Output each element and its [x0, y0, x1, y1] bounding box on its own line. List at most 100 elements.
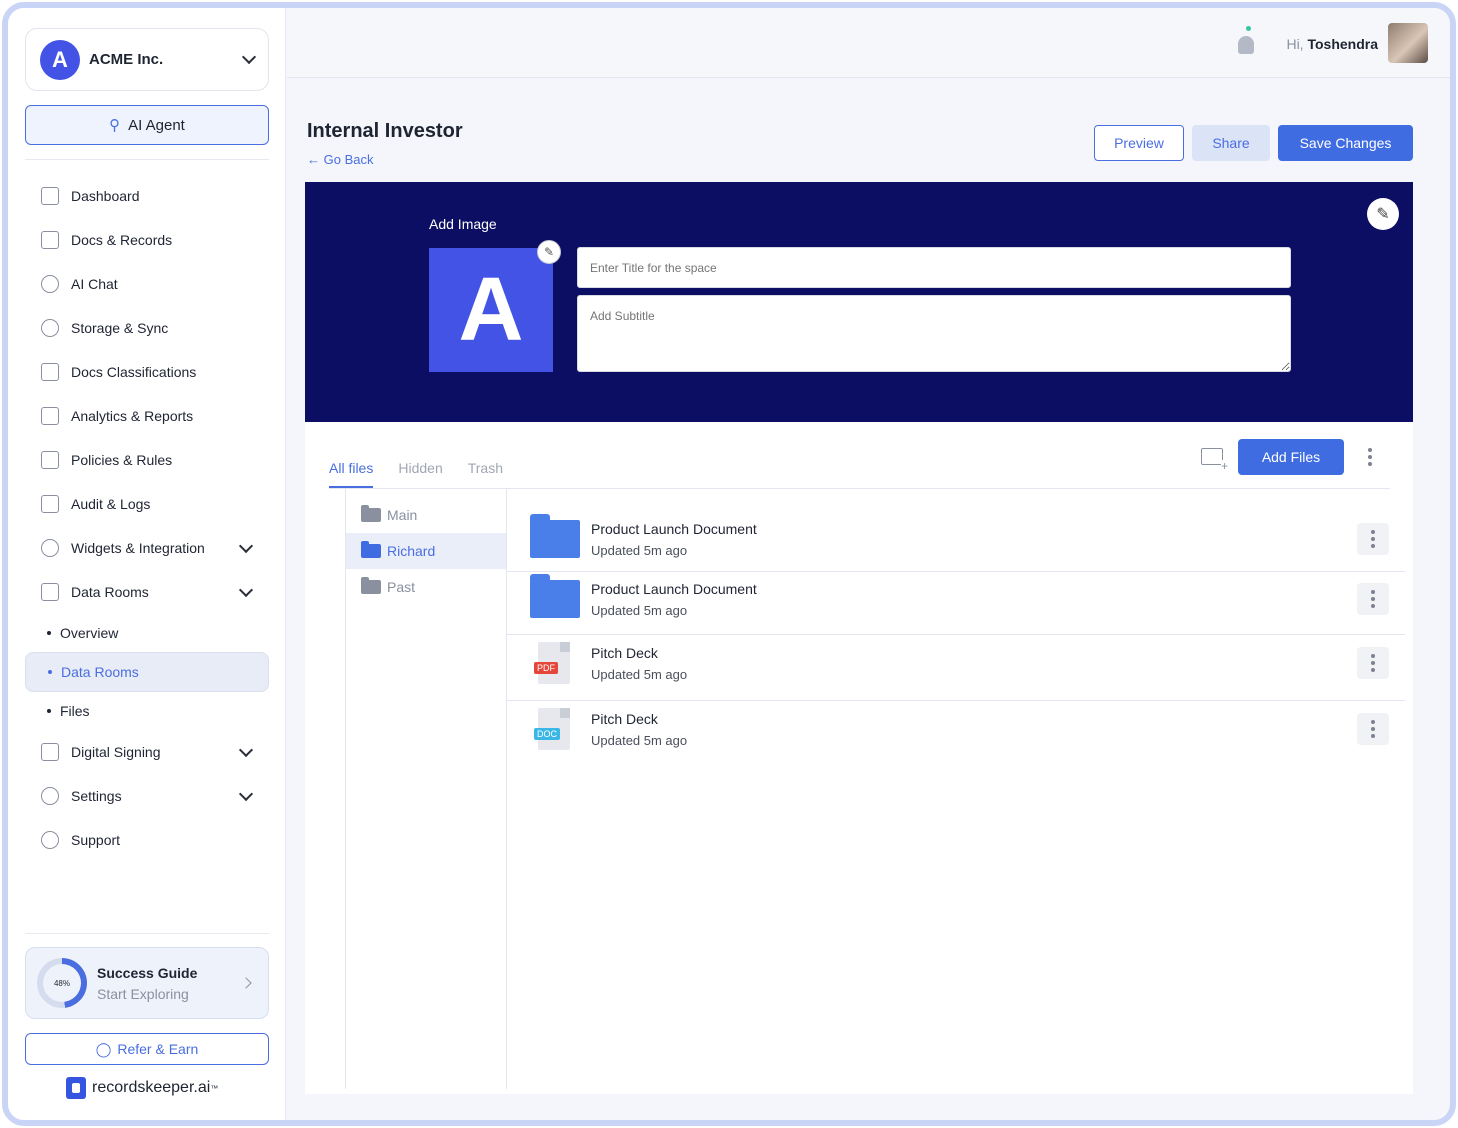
- add-image-label: Add Image: [429, 216, 497, 232]
- tab-hidden[interactable]: Hidden: [398, 460, 442, 488]
- doc-file-icon: DOC: [534, 708, 570, 750]
- folder-item-past[interactable]: Past: [346, 569, 506, 605]
- sidebar-item-label: AI Chat: [71, 276, 118, 292]
- refer-earn-button[interactable]: ◯ Refer & Earn: [25, 1033, 269, 1065]
- sidebar-item-docs-records[interactable]: Docs & Records: [25, 218, 269, 262]
- chevron-right-icon: [240, 977, 252, 989]
- space-title-input[interactable]: [577, 247, 1291, 288]
- widgets-icon: [41, 539, 59, 557]
- file-name: Product Launch Document: [591, 580, 757, 597]
- row-more-options-icon[interactable]: [1357, 523, 1389, 555]
- brand-tm: ™: [210, 1083, 219, 1093]
- new-folder-icon[interactable]: [1201, 448, 1229, 472]
- sidebar-item-label: Digital Signing: [71, 744, 161, 760]
- app-window: A ACME Inc. ⚲ AI Agent Dashboard Docs & …: [2, 2, 1456, 1126]
- money-hand-icon: ◯: [95, 1040, 112, 1057]
- folder-item-main[interactable]: Main: [346, 497, 506, 533]
- bullet-icon: [47, 631, 51, 635]
- sidebar-item-docs-classifications[interactable]: Docs Classifications: [25, 350, 269, 394]
- sidebar-subitem-data-rooms[interactable]: Data Rooms: [25, 652, 269, 692]
- folder-label: Main: [387, 507, 418, 523]
- row-more-options-icon[interactable]: [1357, 583, 1389, 615]
- sidebar-item-audit-logs[interactable]: Audit & Logs: [25, 482, 269, 526]
- chevron-down-icon: [238, 742, 254, 757]
- file-meta: Updated 5m ago: [591, 542, 688, 558]
- sidebar-item-dashboard[interactable]: Dashboard: [25, 174, 269, 218]
- sidebar-item-policies-rules[interactable]: Policies & Rules: [25, 438, 269, 482]
- sidebar-subitem-overview[interactable]: Overview: [25, 614, 269, 652]
- folder-tree: Main Richard Past: [345, 489, 507, 1089]
- file-name: Pitch Deck: [591, 710, 658, 727]
- more-options-icon[interactable]: [1363, 446, 1377, 468]
- sidebar-item-label: Support: [71, 832, 121, 848]
- sidebar-item-settings[interactable]: Settings: [25, 774, 269, 818]
- sidebar-item-ai-chat[interactable]: AI Chat: [25, 262, 269, 306]
- gear-icon: [41, 787, 59, 805]
- sidebar-subitem-files[interactable]: Files: [25, 692, 269, 730]
- space-image[interactable]: A: [429, 248, 553, 372]
- top-header: Hi, Toshendra: [287, 8, 1450, 78]
- folder-item-richard[interactable]: Richard: [346, 533, 506, 569]
- sidebar-item-widgets-integration[interactable]: Widgets & Integration: [25, 526, 269, 570]
- chevron-down-icon: [238, 582, 254, 597]
- success-guide-title: Success Guide: [97, 964, 198, 981]
- bullet-icon: [47, 709, 51, 713]
- folder-label: Past: [387, 579, 416, 595]
- file-row[interactable]: PDF Pitch Deck Updated 5m ago: [507, 642, 1405, 684]
- folder-icon: [361, 541, 381, 558]
- divider: [25, 159, 269, 160]
- divider: [507, 571, 1405, 572]
- sidebar-subitem-label: Data Rooms: [61, 664, 139, 680]
- brand-name: recordskeeper.ai: [92, 1079, 211, 1096]
- save-changes-button[interactable]: Save Changes: [1278, 125, 1413, 161]
- space-subtitle-input[interactable]: [577, 295, 1291, 372]
- row-more-options-icon[interactable]: [1357, 647, 1389, 679]
- tab-all-files[interactable]: All files: [329, 460, 374, 488]
- go-back-label: Go Back: [323, 152, 374, 167]
- sidebar-item-digital-signing[interactable]: Digital Signing: [25, 730, 269, 774]
- sidebar-nav: Dashboard Docs & Records AI Chat Storage…: [25, 174, 269, 862]
- sidebar-item-label: Storage & Sync: [71, 320, 169, 336]
- sidebar-item-analytics-reports[interactable]: Analytics & Reports: [25, 394, 269, 438]
- file-row[interactable]: DOC Pitch Deck Updated 5m ago: [507, 708, 1405, 750]
- file-row[interactable]: Product Launch Document Updated 5m ago: [507, 514, 1405, 560]
- chevron-down-icon: [238, 538, 254, 553]
- greeting-text: Hi,: [1286, 36, 1304, 52]
- bell-icon[interactable]: [1238, 36, 1254, 54]
- cloud-sync-icon: [41, 319, 59, 337]
- row-more-options-icon[interactable]: [1357, 713, 1389, 745]
- file-meta: Updated 5m ago: [591, 732, 688, 748]
- sidebar-item-label: Analytics & Reports: [71, 408, 194, 424]
- file-name: Pitch Deck: [591, 644, 658, 661]
- file-row[interactable]: Product Launch Document Updated 5m ago: [507, 574, 1405, 620]
- add-files-button[interactable]: Add Files: [1238, 439, 1344, 475]
- preview-button[interactable]: Preview: [1094, 125, 1184, 161]
- sidebar-item-label: Data Rooms: [71, 584, 149, 600]
- ai-agent-label: AI Agent: [128, 116, 185, 134]
- sidebar-item-support[interactable]: Support: [25, 818, 269, 862]
- file-meta: Updated 5m ago: [591, 666, 688, 682]
- notification-dot: [1246, 26, 1251, 31]
- progress-label: 48%: [43, 964, 81, 1002]
- success-guide-card[interactable]: 48% Success Guide Start Exploring: [25, 947, 269, 1019]
- sidebar-subitem-label: Overview: [60, 625, 119, 641]
- refer-label: Refer & Earn: [117, 1041, 199, 1057]
- avatar[interactable]: [1388, 23, 1428, 63]
- sidebar-item-data-rooms[interactable]: Data Rooms: [25, 570, 269, 614]
- share-button[interactable]: Share: [1192, 125, 1270, 161]
- go-back-link[interactable]: ← Go Back: [307, 152, 373, 167]
- doc-tag: DOC: [534, 728, 560, 740]
- ai-agent-button[interactable]: ⚲ AI Agent: [25, 105, 269, 145]
- tab-trash[interactable]: Trash: [468, 460, 503, 488]
- sidebar-item-label: Docs & Records: [71, 232, 173, 248]
- progress-ring: 48%: [37, 958, 87, 1008]
- brand-logo: recordskeeper.ai ™: [66, 1077, 218, 1099]
- file-meta: Updated 5m ago: [591, 602, 688, 618]
- ai-chat-icon: [41, 275, 59, 293]
- bullet-icon: [48, 670, 52, 674]
- edit-banner-pencil-icon[interactable]: ✎: [1367, 198, 1399, 230]
- sidebar-item-storage-sync[interactable]: Storage & Sync: [25, 306, 269, 350]
- sidebar-item-label: Dashboard: [71, 188, 140, 204]
- edit-image-pencil-icon[interactable]: ✎: [537, 240, 561, 264]
- org-switcher[interactable]: A ACME Inc.: [25, 28, 269, 91]
